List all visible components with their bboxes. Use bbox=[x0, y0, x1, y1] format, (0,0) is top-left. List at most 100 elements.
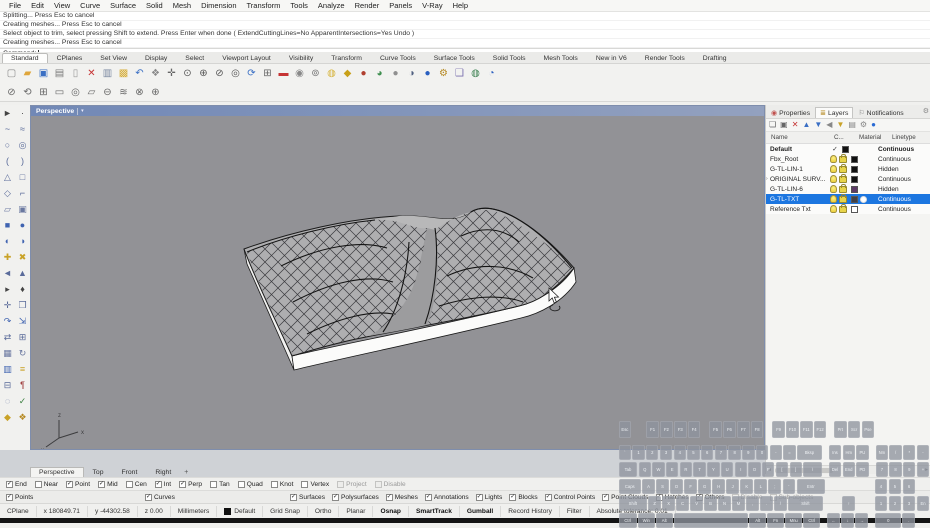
osnap-checkbox[interactable]: ✓ Mid bbox=[98, 480, 118, 488]
gear-icon[interactable]: ⚙ bbox=[923, 107, 929, 115]
save-icon[interactable]: ▣ bbox=[36, 66, 51, 81]
menu-item[interactable]: Edit bbox=[26, 1, 49, 10]
toolbar-tab[interactable]: Mesh Tools bbox=[535, 53, 587, 63]
osnap-checkbox[interactable]: ✓ Int bbox=[154, 480, 171, 488]
layer-color-swatch[interactable] bbox=[851, 165, 858, 173]
zoom-icon[interactable]: ⊙ bbox=[180, 66, 195, 81]
osnap-checkbox[interactable]: ✓ End bbox=[6, 480, 27, 488]
export-icon[interactable]: ▯ bbox=[68, 66, 83, 81]
layer-color-swatch[interactable] bbox=[851, 185, 858, 193]
boolean-diff-icon[interactable]: ◑ bbox=[15, 233, 30, 249]
move-down-icon[interactable]: ▼ bbox=[814, 120, 822, 130]
menu-item[interactable]: Analyze bbox=[313, 1, 350, 10]
checkbox-icon[interactable]: ✓ bbox=[544, 493, 552, 501]
viewport-rect-icon[interactable]: ▭ bbox=[52, 85, 67, 100]
menu-item[interactable]: Render bbox=[350, 1, 385, 10]
layer-linetype[interactable]: Continuous bbox=[878, 146, 930, 153]
annotate-icon[interactable]: ¶ bbox=[15, 377, 30, 393]
toolbar-tab[interactable]: CPlanes bbox=[48, 53, 92, 63]
layer-linetype[interactable]: Continuous bbox=[878, 196, 930, 203]
visibility-bulb-icon[interactable] bbox=[830, 165, 837, 173]
lock-icon[interactable] bbox=[839, 204, 847, 213]
toolbar-tab[interactable]: Transform bbox=[322, 53, 371, 63]
grid-options-icon[interactable]: ⊞ bbox=[36, 85, 51, 100]
checkbox-icon[interactable]: ✓ bbox=[332, 493, 340, 501]
rotate-icon[interactable]: ↷ bbox=[0, 313, 15, 329]
array-icon[interactable]: ⊞ bbox=[15, 329, 30, 345]
osnap-checkbox[interactable]: Cen bbox=[125, 480, 147, 488]
osnap-checkbox[interactable]: ✓ Point bbox=[66, 480, 90, 488]
copy-icon[interactable]: ▥ bbox=[100, 66, 115, 81]
delete-layer-icon[interactable]: ✕ bbox=[792, 120, 799, 130]
select-arrow-icon[interactable]: ► bbox=[0, 105, 15, 121]
toolbar-tab[interactable]: Render Tools bbox=[636, 53, 694, 63]
toolbar-tab[interactable]: Curve Tools bbox=[371, 53, 425, 63]
twist-icon[interactable]: ↻ bbox=[15, 345, 30, 361]
osnap-checkbox[interactable]: Vertex bbox=[301, 480, 329, 488]
zoom-extents-icon[interactable]: ◎ bbox=[228, 66, 243, 81]
crop-icon[interactable]: ▱ bbox=[84, 85, 99, 100]
arc-icon[interactable]: ( bbox=[0, 153, 15, 169]
visibility-bulb-icon[interactable] bbox=[830, 155, 837, 163]
status-segment[interactable]: y -44302.58 bbox=[88, 505, 138, 517]
rectangle-icon[interactable]: □ bbox=[15, 169, 30, 185]
arc3pt-icon[interactable]: ) bbox=[15, 153, 30, 169]
open-folder-icon[interactable]: ▰ bbox=[20, 66, 35, 81]
toolbar-tab[interactable]: Display bbox=[136, 53, 176, 63]
status-segment[interactable]: SmartTrack bbox=[409, 505, 460, 517]
checkbox-icon[interactable] bbox=[34, 480, 42, 488]
filter-checkbox[interactable]: ✓ Annotations bbox=[424, 493, 469, 501]
cplane-icon[interactable]: ▬ bbox=[276, 66, 291, 81]
layer-linetype[interactable]: Hidden bbox=[878, 166, 930, 173]
status-segment[interactable]: CPlane bbox=[0, 505, 37, 517]
checkbox-icon[interactable]: ✓ bbox=[385, 493, 393, 501]
filter-checkbox[interactable]: ✓ Lights bbox=[475, 493, 502, 501]
checkbox-icon[interactable]: ✓ bbox=[98, 480, 106, 488]
layer-row[interactable]: Fbx_Root Continuous bbox=[766, 154, 930, 164]
layer-linetype[interactable]: Continuous bbox=[878, 206, 930, 213]
menu-item[interactable]: V-Ray bbox=[417, 1, 447, 10]
delete-icon[interactable]: ✕ bbox=[84, 66, 99, 81]
tools-icon[interactable]: ⚙ bbox=[860, 120, 867, 130]
point-icon[interactable]: · bbox=[15, 105, 30, 121]
osnap-checkbox[interactable]: Knot bbox=[270, 480, 293, 488]
toolbar-tab[interactable]: Standard bbox=[2, 53, 48, 63]
column-current[interactable]: C... bbox=[834, 134, 844, 141]
checkbox-icon[interactable]: ✓ bbox=[66, 480, 74, 488]
status-segment[interactable]: Filter bbox=[560, 505, 590, 517]
osnap-checkbox[interactable]: ✓ Perp bbox=[179, 480, 202, 488]
toolbar-tab[interactable]: Drafting bbox=[694, 53, 736, 63]
split-icon[interactable]: ▲ bbox=[15, 265, 30, 281]
filter-checkbox[interactable]: ✓ Polysurfaces bbox=[332, 493, 379, 501]
toolbar-tab[interactable]: Select bbox=[176, 53, 213, 63]
lock-icon[interactable] bbox=[839, 184, 847, 193]
disable-clip-icon[interactable]: ⊘ bbox=[4, 85, 19, 100]
filter-icon[interactable]: ▼ bbox=[836, 120, 844, 130]
move-icon[interactable]: ✛ bbox=[164, 66, 179, 81]
osnap-checkbox[interactable]: Project bbox=[337, 480, 367, 488]
viewport-tab[interactable]: Right bbox=[146, 467, 180, 477]
curve-icon[interactable]: ~ bbox=[0, 121, 15, 137]
viewport-tab[interactable]: Front bbox=[112, 467, 146, 477]
layer-row[interactable]: G-TL-LIN-1 Hidden bbox=[766, 164, 930, 174]
visibility-bulb-icon[interactable] bbox=[830, 205, 837, 213]
viewport-tab[interactable]: Top bbox=[84, 467, 113, 477]
status-segment[interactable]: Ortho bbox=[308, 505, 340, 517]
group-icon[interactable]: ▥ bbox=[0, 361, 15, 377]
lock-icon[interactable]: ◆ bbox=[340, 66, 355, 81]
checkbox-icon[interactable]: ✓ bbox=[290, 493, 297, 501]
menu-item[interactable]: Curve bbox=[75, 1, 105, 10]
earth-icon[interactable]: ◍ bbox=[468, 66, 483, 81]
checkbox-icon[interactable] bbox=[210, 480, 218, 488]
lamp-icon[interactable]: ◍ bbox=[324, 66, 339, 81]
toolbar-tab[interactable]: Visibility bbox=[280, 53, 322, 63]
filter-checkbox[interactable]: ✓ Curves bbox=[145, 493, 283, 501]
trim-icon[interactable]: ◄ bbox=[0, 265, 15, 281]
lock-tool-icon[interactable]: ◆ bbox=[0, 409, 15, 425]
checkbox-icon[interactable]: ✓ bbox=[154, 480, 162, 488]
status-segment[interactable]: Millimeters bbox=[171, 505, 218, 517]
checkbox-icon[interactable]: ✓ bbox=[179, 480, 187, 488]
visibility-bulb-icon[interactable] bbox=[830, 175, 837, 183]
layer-color-swatch[interactable] bbox=[851, 175, 858, 183]
interp-curve-icon[interactable]: ≈ bbox=[15, 121, 30, 137]
